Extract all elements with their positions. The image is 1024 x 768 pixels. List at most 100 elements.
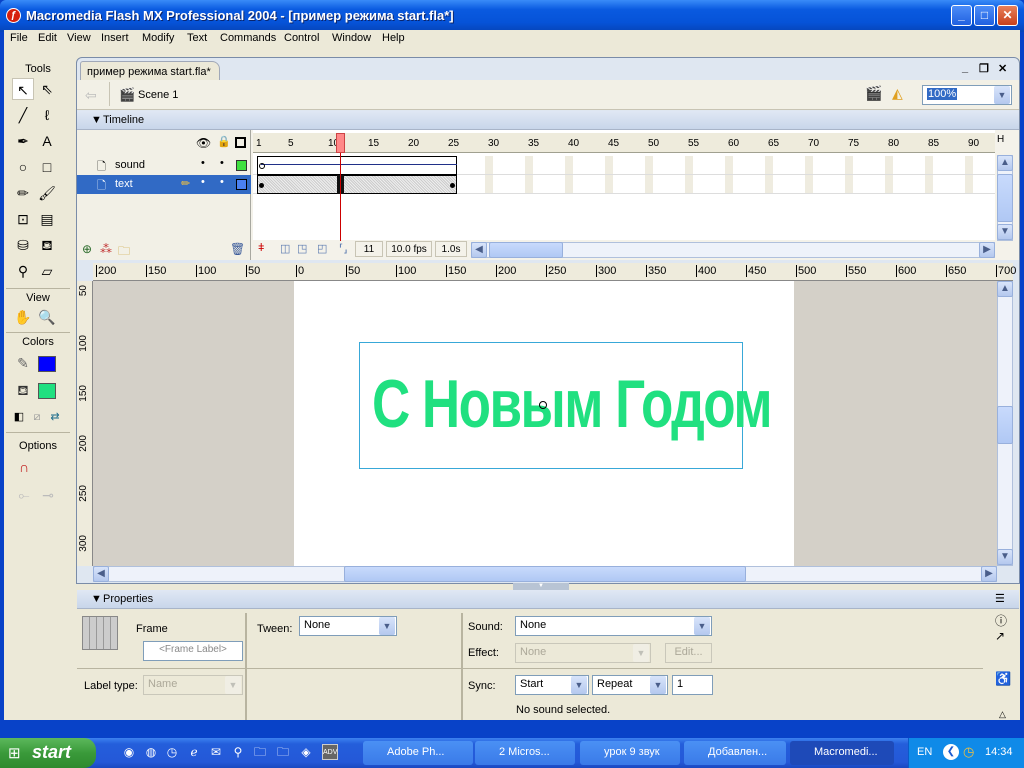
eye-icon[interactable]: 👁 — [196, 136, 211, 150]
lock-dot[interactable]: • — [220, 157, 224, 169]
line-tool-icon[interactable]: ╱ — [12, 104, 34, 126]
menu-insert[interactable]: Insert — [101, 32, 129, 44]
edit-multiple-frames-icon[interactable]: ◰ — [317, 242, 327, 255]
keyframe[interactable] — [259, 183, 264, 188]
repeat-count-input[interactable]: 1 — [672, 675, 713, 695]
taskbar-button[interactable]: Добавлен... — [684, 741, 786, 765]
maximize-button[interactable]: □ — [974, 5, 995, 26]
taskbar-button[interactable]: урок 9 звук — [580, 741, 680, 765]
timeline-header[interactable]: ▼ Timeline — [77, 111, 1019, 130]
visibility-dot[interactable]: • — [201, 176, 205, 188]
timeline-vscroll[interactable]: ▲ ▼ — [997, 155, 1013, 241]
hand-tool-icon[interactable]: ✋ — [12, 306, 34, 328]
frame-view-menu-icon[interactable]: H — [997, 134, 1004, 145]
sync-select[interactable]: Start ▼ — [515, 675, 589, 695]
accessibility-icon[interactable]: ♿ — [995, 671, 1011, 687]
scroll-up-button[interactable]: ▲ — [997, 155, 1013, 171]
doc-minimize-button[interactable]: _ — [962, 62, 968, 74]
back-arrow-icon[interactable]: ⇦ — [85, 87, 97, 104]
frame-row-sound[interactable] — [253, 156, 995, 175]
scroll-right-button[interactable]: ▶ — [981, 566, 997, 582]
timeline-hscroll[interactable]: ◀ ▶ — [471, 242, 995, 258]
eyedropper-tool-icon[interactable]: ⚲ — [12, 260, 34, 282]
pencil-tool-icon[interactable]: ✏ — [12, 182, 34, 204]
quicklaunch-clock-icon[interactable]: ◷ — [164, 744, 180, 760]
rectangle-tool-icon[interactable]: □ — [36, 156, 58, 178]
playhead[interactable] — [336, 133, 345, 153]
edit-in-place-icon[interactable]: ↗ — [995, 629, 1005, 643]
arrow-tool-icon[interactable]: ↖ — [12, 78, 34, 100]
lasso-tool-icon[interactable]: ℓ — [36, 104, 58, 126]
expand-panel-icon[interactable]: △ — [999, 709, 1006, 720]
modify-onion-markers-icon[interactable]: ⸢⸥ — [339, 242, 348, 255]
frame-row-text[interactable] — [253, 175, 995, 194]
add-motion-guide-icon[interactable]: ⁂ — [100, 242, 112, 256]
stroke-color-swatch[interactable] — [38, 356, 56, 372]
frame-label-input[interactable]: <Frame Label> — [143, 641, 243, 661]
layer-row-sound[interactable]: 🗋 sound • • — [77, 156, 251, 175]
keyframe[interactable] — [450, 183, 455, 188]
empty-keyframe[interactable] — [259, 163, 265, 169]
menu-file[interactable]: File — [10, 32, 28, 44]
quicklaunch-ie-icon[interactable]: ℯ — [186, 744, 202, 760]
doc-close-button[interactable]: ✕ — [998, 62, 1007, 75]
scroll-thumb[interactable] — [997, 174, 1013, 222]
frame-ruler[interactable]: 1 5 10 15 20 25 30 35 40 45 50 55 60 65 70 75 80 85 90 — [253, 133, 995, 153]
options-menu-icon[interactable]: ☰ — [995, 592, 1005, 605]
chevron-down-icon[interactable]: ▼ — [379, 617, 395, 635]
free-transform-tool-icon[interactable]: ⊡ — [12, 208, 34, 230]
onion-outlines-icon[interactable]: ◳ — [297, 242, 307, 255]
frame-rate[interactable]: 10.0 fps — [386, 241, 432, 257]
scroll-left-button[interactable]: ◀ — [93, 566, 109, 582]
chevron-down-icon[interactable]: ▼ — [571, 676, 587, 694]
quicklaunch-folder-icon[interactable]: 🗀 — [252, 744, 268, 760]
eraser-tool-icon[interactable]: ▱ — [36, 260, 58, 282]
quicklaunch-adv-icon[interactable]: ADV — [322, 744, 338, 760]
fill-color-swatch[interactable] — [38, 383, 56, 399]
zoom-tool-icon[interactable]: 🔍 — [36, 306, 58, 328]
menu-modify[interactable]: Modify — [142, 32, 174, 44]
snap-magnet-icon[interactable]: ∩ — [13, 456, 35, 478]
layer-outline-color[interactable] — [236, 160, 247, 171]
quicklaunch-media-icon[interactable]: ◍ — [143, 744, 159, 760]
scroll-down-button[interactable]: ▼ — [997, 549, 1013, 565]
swap-colors-icon[interactable]: ⇄ — [44, 406, 66, 428]
tween-select[interactable]: None ▼ — [299, 616, 397, 636]
quicklaunch-folder2-icon[interactable]: 🗀 — [275, 744, 291, 760]
menu-commands[interactable]: Commands — [220, 32, 276, 44]
chevron-down-icon[interactable]: ▼ — [650, 676, 666, 694]
edit-scene-icon[interactable]: 🎬 — [865, 85, 882, 102]
sound-select[interactable]: None ▼ — [515, 616, 712, 636]
minimize-button[interactable]: _ — [951, 5, 972, 26]
scene-name[interactable]: Scene 1 — [138, 89, 178, 101]
quicklaunch-photoshop-icon[interactable]: ◉ — [121, 744, 137, 760]
greeting-text[interactable]: С Новым Годом — [372, 365, 773, 443]
clock[interactable]: 14:34 — [985, 746, 1013, 758]
scroll-thumb[interactable] — [997, 406, 1013, 444]
lock-icon[interactable]: 🔒 — [217, 135, 231, 148]
panel-collapse-handle[interactable]: ▼ — [513, 583, 569, 590]
doc-restore-button[interactable]: ❐ — [979, 62, 989, 75]
stage-hscroll[interactable]: ◀ ▶ — [93, 566, 997, 582]
lock-dot[interactable]: • — [220, 176, 224, 188]
menu-text[interactable]: Text — [187, 32, 207, 44]
scroll-thumb[interactable] — [489, 242, 563, 258]
chevron-down-icon[interactable]: ▼ — [994, 86, 1010, 104]
help-icon[interactable]: ⓘ — [995, 612, 1007, 629]
fill-transform-tool-icon[interactable]: ▤ — [36, 208, 58, 230]
sound-frame-span[interactable] — [257, 156, 457, 175]
scroll-right-button[interactable]: ▶ — [979, 242, 995, 258]
quicklaunch-outlook-icon[interactable]: ✉ — [208, 744, 224, 760]
quicklaunch-search-icon[interactable]: ⚲ — [230, 744, 246, 760]
menu-window[interactable]: Window — [332, 32, 371, 44]
layer-outline-color[interactable] — [236, 179, 247, 190]
quicklaunch-app-icon[interactable]: ◈ — [298, 744, 314, 760]
paint-bucket-tool-icon[interactable]: ⛾ — [36, 234, 58, 256]
show-hidden-icons-button[interactable]: ❮ — [943, 744, 959, 760]
scroll-left-button[interactable]: ◀ — [471, 242, 487, 258]
language-indicator[interactable]: EN — [917, 746, 932, 758]
scroll-down-button[interactable]: ▼ — [997, 224, 1013, 240]
chevron-down-icon[interactable]: ▼ — [694, 617, 710, 635]
trash-icon[interactable]: 🗑 — [230, 242, 245, 256]
text-tool-icon[interactable]: A — [36, 130, 58, 152]
